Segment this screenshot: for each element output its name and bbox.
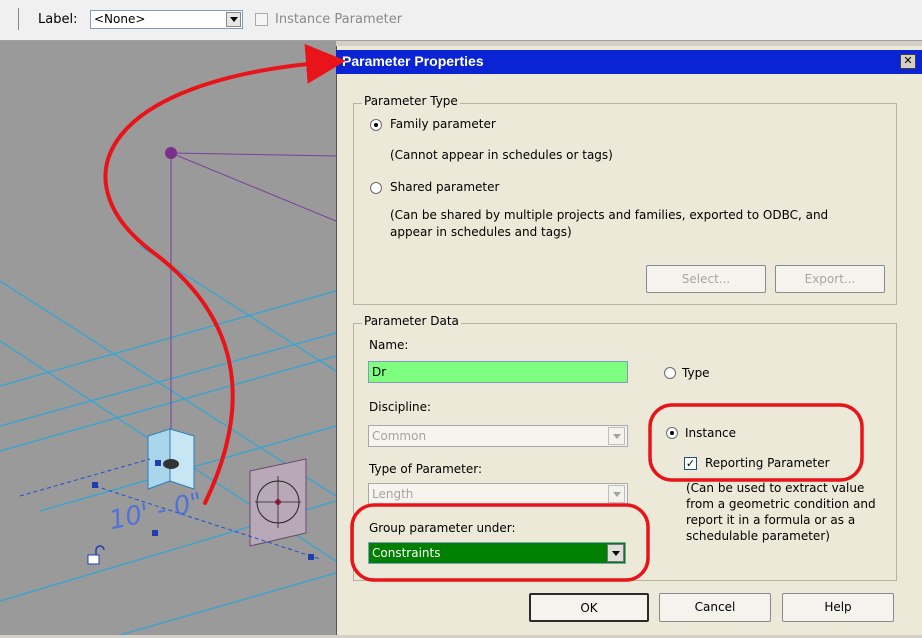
annotation-arrow: [103, 43, 346, 505]
annotation-group-highlight: [350, 503, 650, 582]
annotation-instance-highlight: [648, 403, 864, 482]
annotation-overlay: [103, 43, 864, 582]
